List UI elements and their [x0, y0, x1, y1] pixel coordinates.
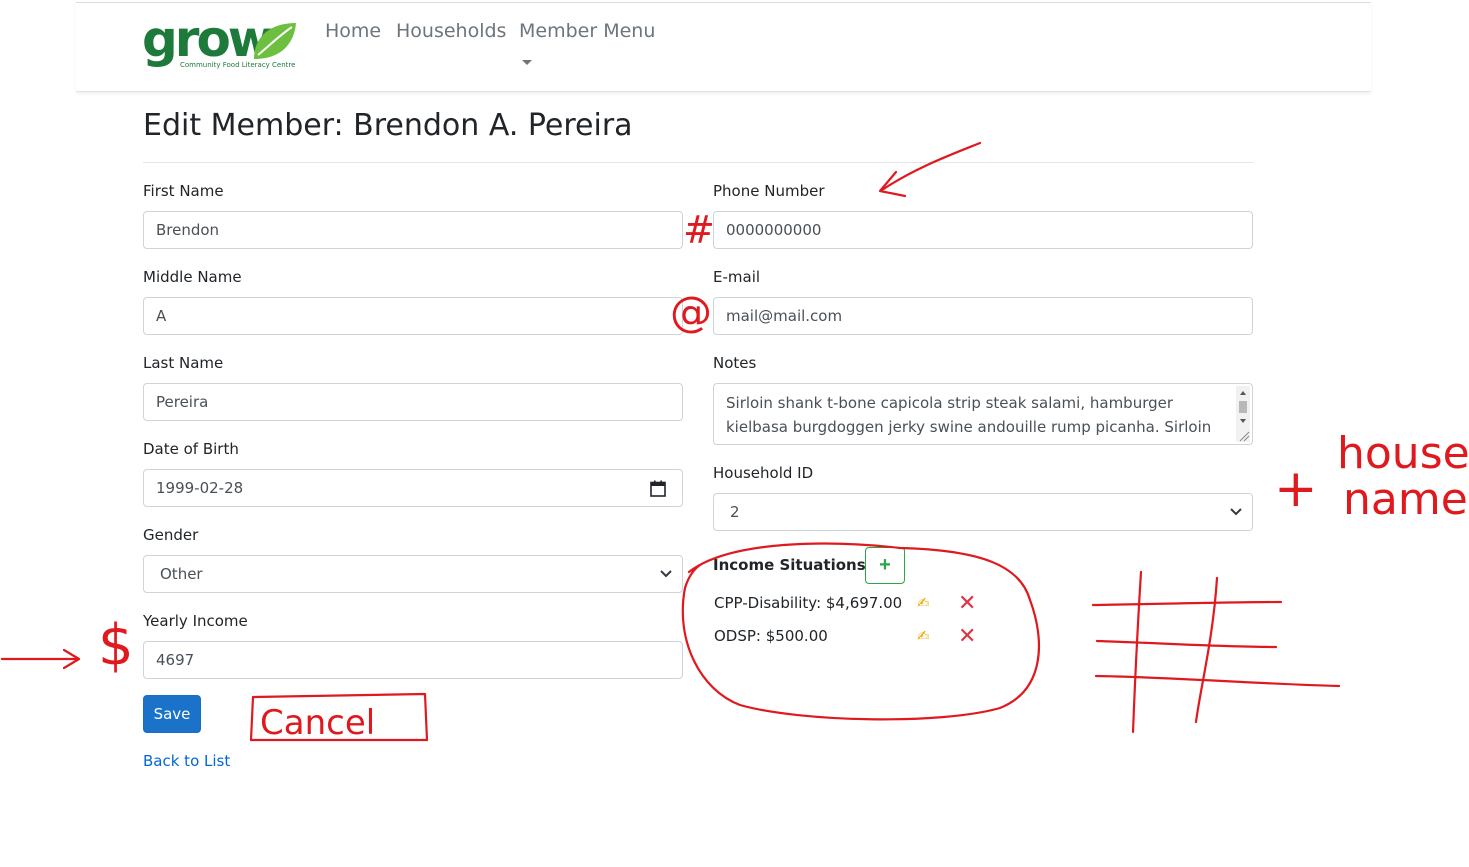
notes-label: Notes	[713, 354, 757, 372]
leaf-icon	[254, 23, 296, 59]
annotation-dollar: $	[98, 613, 134, 678]
email-label: E-mail	[713, 268, 761, 286]
yearly-income-value: 4697	[156, 651, 195, 669]
phone-value: 0000000000	[726, 221, 822, 239]
annotation-house: house	[1337, 428, 1469, 479]
income-item-2: ODSP: $500.00	[714, 627, 828, 645]
income-item-1: CPP-Disability: $4,697.00	[714, 594, 903, 612]
edit-icon[interactable]: ✍	[917, 627, 930, 645]
annotation-arrow-phone	[880, 141, 982, 192]
save-button[interactable]: Save	[143, 695, 201, 733]
chevron-down-icon[interactable]	[522, 60, 532, 65]
last-name-label: Last Name	[143, 354, 224, 372]
annotation-plus: +	[1274, 459, 1318, 519]
gender-select[interactable]: Other	[143, 555, 683, 593]
edit-icon[interactable]: ✍	[917, 594, 930, 612]
household-id-value: 2	[730, 503, 740, 521]
notes-scrollbar[interactable]	[1236, 386, 1250, 442]
add-income-button[interactable]: +	[865, 547, 905, 584]
annotation-cancel-box	[249, 692, 429, 742]
calendar-icon[interactable]	[650, 480, 666, 497]
middle-name-input[interactable]: A	[143, 297, 683, 335]
last-name-value: Pereira	[156, 393, 209, 411]
annotation-cancel: Cancel	[260, 703, 375, 743]
nav-home[interactable]: Home	[325, 20, 381, 42]
income-situations-title: Income Situations	[713, 556, 866, 574]
delete-icon[interactable]: ✕	[958, 625, 976, 647]
household-id-label: Household ID	[713, 464, 814, 482]
first-name-input[interactable]: Brendon	[143, 211, 683, 249]
last-name-input[interactable]: Pereira	[143, 383, 683, 421]
email-value: mail@mail.com	[726, 307, 843, 325]
nav-member-menu[interactable]: Member Menu	[519, 20, 655, 42]
yearly-income-label: Yearly Income	[143, 612, 248, 630]
annotation-grid-doodle	[1091, 570, 1341, 734]
delete-icon[interactable]: ✕	[958, 592, 976, 614]
phone-label: Phone Number	[713, 182, 825, 200]
first-name-label: First Name	[143, 182, 224, 200]
household-id-select[interactable]: 2	[713, 493, 1253, 531]
phone-input[interactable]: 0000000000	[713, 211, 1253, 249]
divider	[143, 162, 1253, 163]
chevron-down-icon	[1230, 508, 1242, 516]
first-name-value: Brendon	[156, 221, 220, 239]
email-input[interactable]: mail@mail.com	[713, 297, 1253, 335]
navbar: grow Community Food Literacy Centre Home…	[76, 3, 1371, 92]
annotation-hash: #	[683, 208, 715, 252]
annotation-name: name	[1343, 474, 1468, 525]
middle-name-value: A	[156, 307, 167, 325]
yearly-income-input[interactable]: 4697	[143, 641, 683, 679]
dob-value: 1999-02-28	[156, 479, 244, 497]
gender-value: Other	[160, 565, 203, 583]
chevron-down-icon	[660, 570, 672, 578]
gender-label: Gender	[143, 526, 199, 544]
back-to-list-link[interactable]: Back to List	[143, 752, 230, 770]
dob-input[interactable]: 1999-02-28	[143, 469, 683, 507]
page-title: Edit Member: Brendon A. Pereira	[143, 108, 633, 143]
nav-households[interactable]: Households	[396, 20, 506, 42]
brand-tagline: Community Food Literacy Centre	[180, 61, 296, 69]
notes-textarea[interactable]: Sirloin shank t-bone capicola strip stea…	[713, 383, 1253, 445]
middle-name-label: Middle Name	[143, 268, 242, 286]
notes-value: Sirloin shank t-bone capicola strip stea…	[726, 394, 1212, 444]
brand-logo[interactable]: grow Community Food Literacy Centre	[142, 10, 302, 77]
dob-label: Date of Birth	[143, 440, 239, 458]
